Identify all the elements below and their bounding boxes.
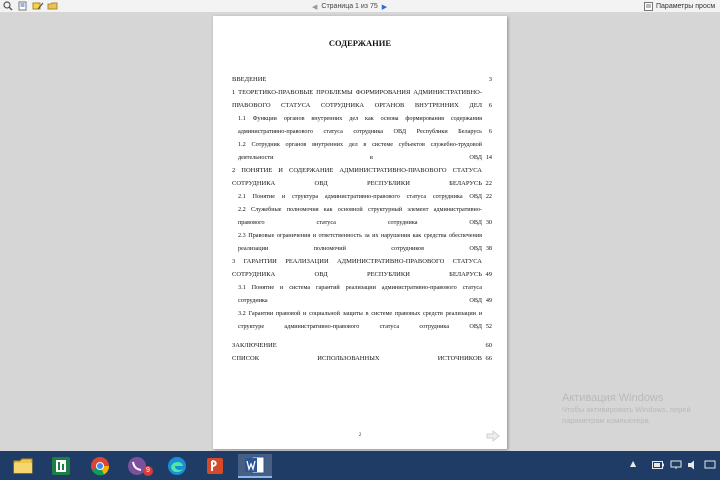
document-title: СОДЕРЖАНИЕ	[328, 38, 392, 48]
toolbar-left-tools	[2, 1, 59, 11]
page-number: 2	[358, 432, 362, 438]
toc-entry-label: 2.2 Служебные полномочия как основной ст…	[238, 206, 482, 226]
toc-entry-label: 2 ПОНЯТИЕ И СОДЕРЖАНИЕ АДМИНИСТРАТИВНО-П…	[232, 167, 482, 187]
battery-icon[interactable]	[652, 460, 664, 470]
taskbar-reader[interactable]	[198, 454, 232, 478]
toc-entry-label: 3.2 Гарантии правовой и социальной защит…	[238, 310, 482, 330]
toc-entry-text: ВВЕДЕНИЕ ...............................…	[232, 73, 492, 86]
page-setup-icon[interactable]	[17, 1, 29, 11]
edge-icon	[168, 457, 186, 475]
activation-text-2: параметрам компьютера.	[562, 416, 651, 425]
toc-entry-text: 3 ГАРАНТИИ РЕАЛИЗАЦИИ АДМИНИСТРАТИВНО-ПР…	[232, 255, 492, 281]
toc-entry-label: 1 ТЕОРЕТИКО-ПРАВОВЫЕ ПРОБЛЕМЫ ФОРМИРОВАН…	[232, 89, 482, 109]
toc-entry[interactable]: 2.2 Служебные полномочия как основной ст…	[232, 203, 492, 229]
edit-icon[interactable]	[32, 1, 44, 11]
toc-entry-text: 3.1 Понятие и система гарантий реализаци…	[238, 281, 492, 307]
preview-toolbar: ◀ Страница 1 из 75 ▶ Параметры просм	[0, 0, 720, 13]
toc-entry[interactable]: 3.1 Понятие и система гарантий реализаци…	[232, 281, 492, 307]
toc-entry-text: 2.1 Понятие и структура административно-…	[238, 190, 492, 203]
toc-entry[interactable]: 2 ПОНЯТИЕ И СОДЕРЖАНИЕ АДМИНИСТРАТИВНО-П…	[232, 164, 492, 190]
toc-entry[interactable]: СПИСОК ИСПОЛЬЗОВАННЫХ ИСТОЧНИКОВ .......…	[232, 352, 492, 365]
toc-page-number: 66	[484, 352, 492, 365]
next-page-icon[interactable]: ▶	[382, 3, 387, 11]
previous-page-icon[interactable]: ◀	[312, 3, 317, 11]
toc-entry[interactable]: 1 ТЕОРЕТИКО-ПРАВОВЫЕ ПРОБЛЕМЫ ФОРМИРОВАН…	[232, 86, 492, 112]
toc-entry-text: ЗАКЛЮЧЕНИЕ .............................…	[232, 339, 492, 352]
view-params-label: Параметры просм	[656, 3, 716, 10]
toc-entry-text: 3.2 Гарантии правовой и социальной защит…	[238, 307, 492, 333]
toc-page-number: 3	[487, 73, 492, 86]
toc-page-number: 30	[484, 216, 492, 229]
toc-entry[interactable]: 2.3 Правовые ограничения и ответственнос…	[232, 229, 492, 255]
magnifier-icon[interactable]	[2, 1, 14, 11]
toc-entry-label: 3.1 Понятие и система гарантий реализаци…	[238, 284, 482, 304]
taskbar-explorer[interactable]	[6, 454, 40, 478]
activation-title: Активация Windows	[562, 392, 664, 404]
toc-page-number: 14	[484, 151, 492, 164]
page-indicator: Страница 1 из 75	[321, 3, 378, 10]
toc-entry-text: СПИСОК ИСПОЛЬЗОВАННЫХ ИСТОЧНИКОВ .......…	[232, 352, 492, 365]
toc-entry[interactable]: ЗАКЛЮЧЕНИЕ .............................…	[232, 339, 492, 352]
toc-page-number: 6	[487, 125, 492, 138]
taskbar: 9 ▲	[0, 451, 720, 480]
toc-page-number: 52	[484, 320, 492, 333]
toc-entry-label: СПИСОК ИСПОЛЬЗОВАННЫХ ИСТОЧНИКОВ	[232, 355, 482, 362]
tray-up-arrow-icon[interactable]: ▲	[630, 459, 636, 468]
notification-icon[interactable]	[704, 460, 716, 470]
taskbar-chrome[interactable]	[83, 454, 117, 478]
toc-page-number: 22	[484, 177, 492, 190]
windows-activation-watermark: Активация Windows Чтобы активировать Win…	[562, 392, 691, 426]
folder-open-icon[interactable]	[47, 1, 59, 11]
toc-page-number: 49	[484, 294, 492, 307]
toc-entry[interactable]: 3 ГАРАНТИИ РЕАЛИЗАЦИИ АДМИНИСТРАТИВНО-ПР…	[232, 255, 492, 281]
toc-entry[interactable]: ВВЕДЕНИЕ ...............................…	[232, 73, 492, 86]
toc-entry-label: 2.1 Понятие и структура административно-…	[238, 193, 482, 200]
toc-entry-label: ВВЕДЕНИЕ	[232, 76, 267, 83]
taskbar-excel[interactable]	[44, 454, 78, 478]
taskbar-viber[interactable]: 9	[121, 454, 155, 478]
toc-entry-text: 1.2 Сотрудник органов внутренних дел в с…	[238, 138, 492, 164]
toc-entry[interactable]: 2.1 Понятие и структура административно-…	[232, 190, 492, 203]
next-page-arrow-icon[interactable]	[486, 430, 500, 442]
chrome-icon	[91, 457, 110, 476]
view-params-button[interactable]: Параметры просм	[644, 1, 720, 12]
activation-text-1: Чтобы активировать Windows, перей	[562, 405, 691, 414]
toc-entry-label: 1.1 Функции органов внутренних дел как о…	[238, 115, 482, 135]
toc-entry-text: 2.2 Служебные полномочия как основной ст…	[238, 203, 492, 229]
toc-entry-label: 1.2 Сотрудник органов внутренних дел в с…	[238, 141, 482, 161]
excel-icon	[52, 457, 70, 475]
document-page: СОДЕРЖАНИЕ ВВЕДЕНИЕ ....................…	[213, 16, 507, 449]
volume-icon[interactable]	[687, 460, 699, 470]
toc-entry-text: 2.3 Правовые ограничения и ответственнос…	[238, 229, 492, 255]
reader-icon	[207, 458, 223, 474]
toc-page-number: 6	[487, 99, 492, 112]
toc-page-number: 49	[484, 268, 492, 281]
taskbar-word[interactable]	[238, 454, 272, 478]
view-params-icon	[644, 2, 653, 11]
toc-page-number: 60	[484, 339, 492, 352]
toc-page-number: 22	[484, 190, 492, 203]
toc-entry[interactable]: 1.1 Функции органов внутренних дел как о…	[232, 112, 492, 138]
toc-entry[interactable]: 3.2 Гарантии правовой и социальной защит…	[232, 307, 492, 333]
viber-unread-badge: 9	[143, 466, 153, 476]
toc-entry-text: 1.1 Функции органов внутренних дел как о…	[238, 112, 492, 138]
toc-entry-label: 2.3 Правовые ограничения и ответственнос…	[238, 232, 482, 252]
toc-entry-text: 1 ТЕОРЕТИКО-ПРАВОВЫЕ ПРОБЛЕМЫ ФОРМИРОВАН…	[232, 86, 492, 112]
network-icon[interactable]	[670, 460, 682, 470]
folder-icon	[13, 458, 33, 474]
toc-page-number: 38	[484, 242, 492, 255]
word-icon	[245, 456, 265, 474]
table-of-contents: ВВЕДЕНИЕ ...............................…	[232, 73, 492, 365]
page-navigation: ◀ Страница 1 из 75 ▶	[312, 1, 387, 12]
taskbar-edge[interactable]	[160, 454, 194, 478]
toc-entry-label: ЗАКЛЮЧЕНИЕ	[232, 342, 277, 349]
toc-entry-text: 2 ПОНЯТИЕ И СОДЕРЖАНИЕ АДМИНИСТРАТИВНО-П…	[232, 164, 492, 190]
toc-entry[interactable]: 1.2 Сотрудник органов внутренних дел в с…	[232, 138, 492, 164]
toc-entry-label: 3 ГАРАНТИИ РЕАЛИЗАЦИИ АДМИНИСТРАТИВНО-ПР…	[232, 258, 482, 278]
